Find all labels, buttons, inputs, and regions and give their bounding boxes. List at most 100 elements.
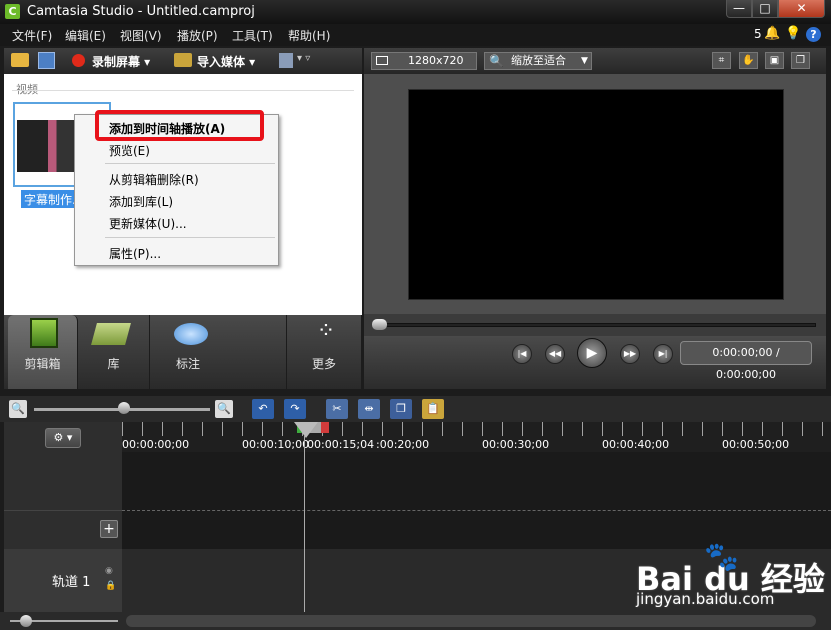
track-boundary (122, 510, 831, 511)
baidu-watermark: Bai du 经验 🐾 jingyan.baidu.com (636, 540, 826, 610)
record-icon[interactable] (72, 54, 85, 67)
menu-item-remove-from-bin[interactable]: 从剪辑箱删除(R) (109, 171, 199, 188)
annotation-highlight-box (95, 110, 264, 141)
library-folder-icon (91, 323, 131, 345)
menu-tools[interactable]: 工具(T) (232, 27, 273, 44)
window-title: Camtasia Studio - Untitled.camproj (27, 4, 255, 19)
menu-play[interactable]: 播放(P) (177, 27, 218, 44)
time-display: 0:00:00;00 / 0:00:00;00 (680, 341, 812, 381)
zoom-dropdown[interactable]: 🔍 缩放至适合 ▼ (484, 52, 592, 70)
watermark-url: jingyan.baidu.com (636, 590, 775, 608)
skip-to-end-icon[interactable]: ▶| (653, 344, 673, 364)
produce-share-icon[interactable] (279, 53, 293, 68)
tab-label: 库 (107, 357, 120, 371)
preview-area (364, 74, 826, 314)
import-media-button[interactable]: 导入媒体 ▾ (197, 53, 255, 70)
fast-forward-icon[interactable]: ▶▶ (620, 344, 640, 364)
play-icon[interactable]: ▶ (577, 338, 607, 368)
maximize-button[interactable]: □ (752, 0, 778, 18)
gear-icon[interactable]: ⚙ ▾ (45, 428, 81, 448)
tab-callouts[interactable]: 标注 (150, 315, 287, 389)
speech-bubble-icon (174, 323, 208, 345)
fullscreen-icon[interactable]: ▣ (765, 52, 784, 69)
timeline-zoom-handle[interactable] (118, 402, 130, 414)
menu-separator (105, 163, 275, 164)
resolution-dropdown[interactable]: 1280x720 (371, 52, 477, 70)
zoom-in-icon[interactable]: 🔍 (215, 400, 233, 418)
player-controls: |◀ ◀◀ ▶ ▶▶ ▶| 0:00:00;00 / 0:00:00;00 (364, 336, 826, 389)
resize-icon (376, 56, 388, 65)
scrub-bar (364, 314, 826, 336)
crop-icon[interactable]: ⌗ (712, 52, 731, 69)
cut-icon[interactable]: ✂ (326, 399, 348, 419)
tab-clip-bin[interactable]: 剪辑箱 (8, 315, 78, 389)
copy-icon[interactable]: ❐ (390, 399, 412, 419)
scrub-track[interactable] (374, 323, 816, 327)
import-folder-icon[interactable] (174, 53, 192, 67)
paw-icon: 🐾 (704, 540, 739, 573)
detach-window-icon[interactable]: ❐ (791, 52, 810, 69)
ruler-ticks (122, 422, 831, 436)
menu-separator (105, 237, 275, 238)
menu-edit[interactable]: 编辑(E) (65, 27, 106, 44)
menu-item-add-to-library[interactable]: 添加到库(L) (109, 193, 173, 210)
bin-section-header: 视频 (16, 83, 38, 96)
clip-bin-toolbar: 录制屏幕 ▾ 导入媒体 ▾ ▾ ▿ (4, 48, 362, 74)
pan-hand-icon[interactable]: ✋ (739, 52, 758, 69)
menu-item-preview[interactable]: 预览(E) (109, 142, 150, 159)
chevron-down-icon: ▼ (581, 56, 588, 66)
menu-bar: 文件(F) 编辑(E) 视图(V) 播放(P) 工具(T) 帮助(H) 5 🔔 … (0, 24, 831, 46)
track-label: 轨道 1 (52, 575, 91, 590)
app-logo-icon: C (5, 4, 20, 19)
section-divider (12, 90, 354, 91)
redo-icon[interactable]: ↷ (284, 399, 306, 419)
minimize-button[interactable]: — (726, 0, 752, 18)
tick-label: 00:00:30;00 (482, 438, 550, 451)
lock-icon[interactable]: 🔒 (105, 581, 116, 591)
timeline-ruler[interactable]: 00:00:00;00 00:00:10;00 00:00:15;04 :00:… (122, 422, 831, 452)
zoom-label: 缩放至适合 (511, 54, 566, 67)
tick-label: 00:00:40;00 (602, 438, 670, 451)
playhead-time-label: 00:00:15;04 (307, 438, 375, 451)
close-button[interactable]: ✕ (778, 0, 825, 18)
menu-item-update-media[interactable]: 更新媒体(U)... (109, 215, 187, 232)
track-height-handle[interactable] (20, 615, 32, 627)
scrub-handle[interactable] (372, 319, 387, 330)
timeline-toolbar: 🔍 🔍 ↶ ↷ ✂ ⇹ ❐ 📋 (0, 396, 831, 422)
tick-label: 00:00:50;00 (722, 438, 790, 451)
menu-item-properties[interactable]: 属性(P)... (109, 245, 161, 262)
open-folder-icon[interactable] (11, 53, 29, 67)
skip-to-start-icon[interactable]: |◀ (512, 344, 532, 364)
tab-more[interactable]: ⁘ 更多 (287, 315, 362, 389)
clip-name-label[interactable]: 字幕制作. (21, 190, 79, 208)
track-1-header[interactable]: 轨道 1 ◉ 🔒 (4, 549, 122, 612)
video-canvas[interactable] (408, 89, 784, 300)
eye-icon[interactable]: ◉ (105, 566, 113, 576)
playhead-handle[interactable] (294, 422, 318, 438)
menu-help[interactable]: 帮助(H) (288, 27, 330, 44)
zoom-out-icon[interactable]: 🔍 (9, 400, 27, 418)
produce-caret[interactable]: ▾ ▿ (297, 53, 310, 64)
tab-library[interactable]: 库 (78, 315, 150, 389)
lightbulb-icon[interactable]: 💡 (785, 26, 801, 42)
notification-count: 5 (754, 27, 762, 41)
add-track-button[interactable]: + (100, 520, 118, 538)
undo-icon[interactable]: ↶ (252, 399, 274, 419)
split-icon[interactable]: ⇹ (358, 399, 380, 419)
help-icon[interactable]: ? (806, 27, 821, 42)
film-strip-icon (30, 318, 58, 348)
save-icon[interactable] (38, 52, 55, 69)
horizontal-scrollbar[interactable] (126, 615, 816, 627)
tick-label: 00:00:10;00 (242, 438, 310, 451)
menu-file[interactable]: 文件(F) (12, 27, 52, 44)
bell-icon[interactable]: 🔔 (764, 26, 780, 42)
tab-label: 标注 (175, 357, 200, 371)
paste-icon[interactable]: 📋 (422, 399, 444, 419)
rewind-icon[interactable]: ◀◀ (545, 344, 565, 364)
timeline-bottom-bar (0, 612, 831, 630)
menu-view[interactable]: 视图(V) (120, 27, 162, 44)
playhead-line (304, 436, 305, 612)
title-bar: C Camtasia Studio - Untitled.camproj — □… (0, 0, 831, 24)
tick-label: :00:20;00 (376, 438, 430, 451)
record-screen-button[interactable]: 录制屏幕 ▾ (92, 53, 150, 70)
